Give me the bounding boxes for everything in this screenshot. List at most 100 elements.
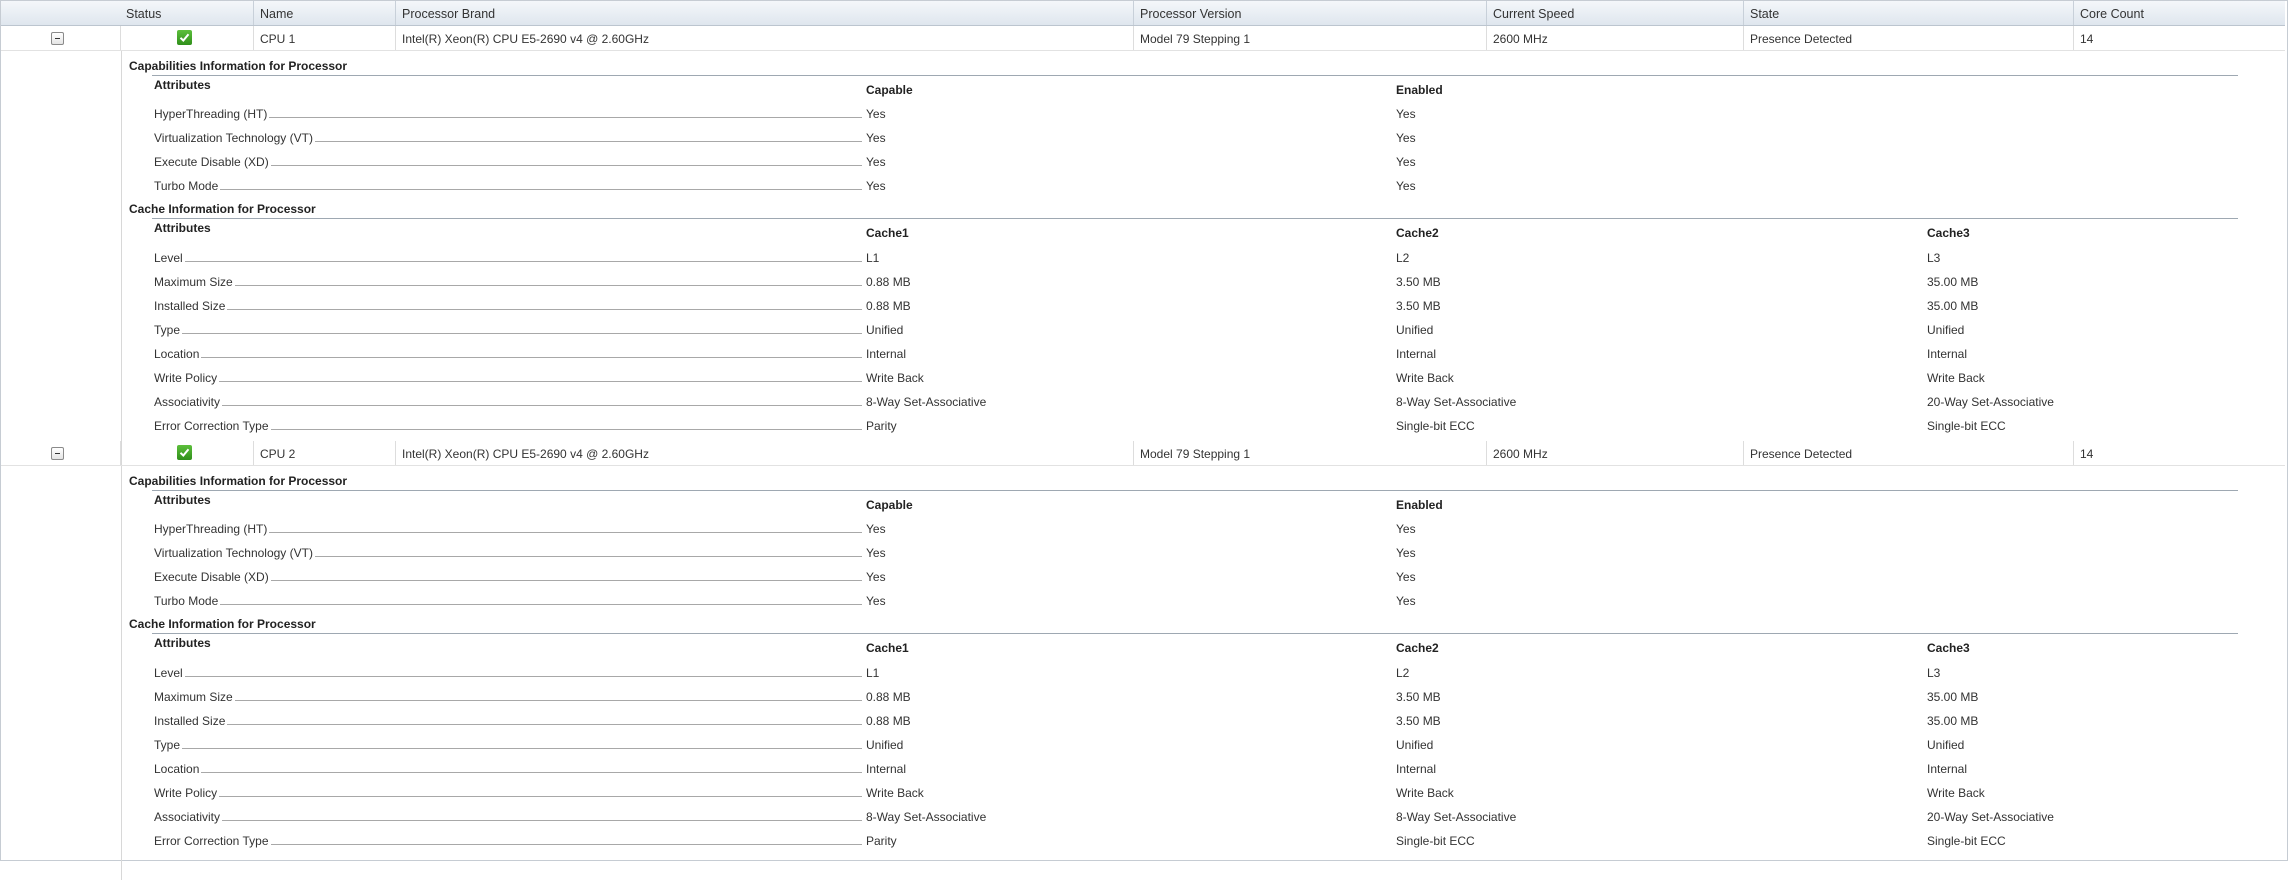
cache-value: Unified	[866, 738, 904, 752]
cache-value: 3.50 MB	[1396, 714, 1441, 728]
attributes-header: Attributes	[154, 636, 211, 650]
leader-dots	[154, 676, 862, 677]
capability-label: Execute Disable (XD)	[154, 155, 271, 169]
cache-value: Single-bit ECC	[1927, 419, 2006, 433]
status-cell	[120, 441, 253, 465]
capability-label: HyperThreading (HT)	[154, 522, 270, 536]
cache-attribute-label: Location	[154, 762, 202, 776]
capability-enabled-value: Yes	[1396, 131, 1416, 145]
core-count: 14	[2073, 441, 2285, 465]
section-divider	[152, 218, 2238, 219]
cache-value: Internal	[1927, 762, 1968, 776]
capability-capable-value: Yes	[866, 107, 886, 121]
capability-label: Turbo Mode	[154, 179, 221, 193]
check-ok-icon	[177, 445, 192, 460]
leader-dots	[154, 285, 862, 286]
cache-value: 8-Way Set-Associative	[866, 395, 987, 409]
cache-value: 8-Way Set-Associative	[1396, 810, 1517, 824]
capability-capable-value: Yes	[866, 594, 886, 608]
cache-value: L2	[1396, 251, 1410, 265]
col-header-processor-version[interactable]: Processor Version	[1133, 1, 1486, 25]
section-divider	[152, 633, 2238, 634]
capability-capable-value: Yes	[866, 155, 886, 169]
col-header-state[interactable]: State	[1743, 1, 2073, 25]
cache-attribute-label: Type	[154, 323, 183, 337]
capabilities-title: Capabilities Information for Processor	[129, 474, 348, 488]
capability-capable-value: Yes	[866, 131, 886, 145]
capability-enabled-value: Yes	[1396, 107, 1416, 121]
cache-value: Internal	[866, 762, 907, 776]
cache-value: 8-Way Set-Associative	[866, 810, 987, 824]
cache-value: Single-bit ECC	[1396, 834, 1475, 848]
cache-value: L2	[1396, 666, 1410, 680]
cache-value: Internal	[866, 347, 907, 361]
capable-header: Capable	[866, 498, 913, 512]
leader-dots	[154, 405, 862, 406]
col-header-status[interactable]: Status	[120, 1, 252, 25]
enabled-header: Enabled	[1396, 83, 1443, 97]
capability-capable-value: Yes	[866, 179, 886, 193]
capability-capable-value: Yes	[866, 570, 886, 584]
cache-value: L1	[866, 666, 880, 680]
col-header-current-speed[interactable]: Current Speed	[1486, 1, 1743, 25]
col-header-core-count[interactable]: Core Count	[2073, 1, 2285, 25]
processor-version: Model 79 Stepping 1	[1133, 26, 1486, 50]
capability-label: Virtualization Technology (VT)	[154, 546, 315, 560]
cache-value: 0.88 MB	[866, 299, 911, 313]
cache-value: Unified	[1927, 323, 1965, 337]
cache-attribute-label: Installed Size	[154, 714, 228, 728]
col-header-name[interactable]: Name	[253, 1, 395, 25]
cache-attribute-label: Location	[154, 347, 202, 361]
cache-value: Parity	[866, 834, 897, 848]
leader-dots	[154, 333, 862, 334]
cache-value: Internal	[1396, 762, 1437, 776]
cache-value: Write Back	[866, 371, 924, 385]
cache-attribute-label: Installed Size	[154, 299, 228, 313]
cache-value: Write Back	[1396, 786, 1454, 800]
leader-dots	[154, 189, 862, 190]
check-ok-icon	[177, 30, 192, 45]
cache-value: 3.50 MB	[1396, 275, 1441, 289]
leader-dots	[154, 772, 862, 773]
capability-enabled-value: Yes	[1396, 570, 1416, 584]
cache-value: Single-bit ECC	[1396, 419, 1475, 433]
collapse-toggle-button[interactable]	[51, 447, 64, 460]
section-divider	[152, 75, 2238, 76]
processor-brand: Intel(R) Xeon(R) CPU E5-2690 v4 @ 2.60GH…	[395, 26, 1133, 50]
col-header-processor-brand[interactable]: Processor Brand	[395, 1, 1133, 25]
cache-attribute-label: Maximum Size	[154, 275, 235, 289]
processor-state: Presence Detected	[1743, 441, 2073, 465]
processor-brand: Intel(R) Xeon(R) CPU E5-2690 v4 @ 2.60GH…	[395, 441, 1133, 465]
leader-dots	[154, 748, 862, 749]
cache-attribute-label: Write Policy	[154, 786, 220, 800]
capability-enabled-value: Yes	[1396, 594, 1416, 608]
table-header: Status Name Processor Brand Processor Ve…	[1, 1, 2285, 26]
cache-attribute-label: Associativity	[154, 395, 223, 409]
cache-value: 20-Way Set-Associative	[1927, 810, 2054, 824]
attributes-header: Attributes	[154, 493, 211, 507]
cache-attribute-label: Type	[154, 738, 183, 752]
processor-row[interactable]: CPU 2 Intel(R) Xeon(R) CPU E5-2690 v4 @ …	[1, 441, 2285, 466]
capability-label: Turbo Mode	[154, 594, 221, 608]
leader-dots	[154, 381, 862, 382]
cache-value: 35.00 MB	[1927, 690, 1979, 704]
leader-dots	[154, 724, 862, 725]
cache-title: Cache Information for Processor	[129, 202, 316, 216]
cache-value: Internal	[1927, 347, 1968, 361]
cache-attribute-label: Maximum Size	[154, 690, 235, 704]
cache-value: 35.00 MB	[1927, 275, 1979, 289]
leader-dots	[154, 820, 862, 821]
cache-header: Cache1	[866, 226, 909, 240]
cache-header: Cache3	[1927, 641, 1970, 655]
cache-attribute-label: Level	[154, 666, 185, 680]
attributes-header: Attributes	[154, 78, 211, 92]
cache-value: L3	[1927, 251, 1941, 265]
leader-dots	[154, 700, 862, 701]
collapse-toggle-button[interactable]	[51, 32, 64, 45]
cache-attribute-label: Associativity	[154, 810, 223, 824]
processor-row[interactable]: CPU 1 Intel(R) Xeon(R) CPU E5-2690 v4 @ …	[1, 26, 2285, 51]
cache-header: Cache3	[1927, 226, 1970, 240]
processor-state: Presence Detected	[1743, 26, 2073, 50]
capability-enabled-value: Yes	[1396, 155, 1416, 169]
cache-value: Write Back	[1396, 371, 1454, 385]
